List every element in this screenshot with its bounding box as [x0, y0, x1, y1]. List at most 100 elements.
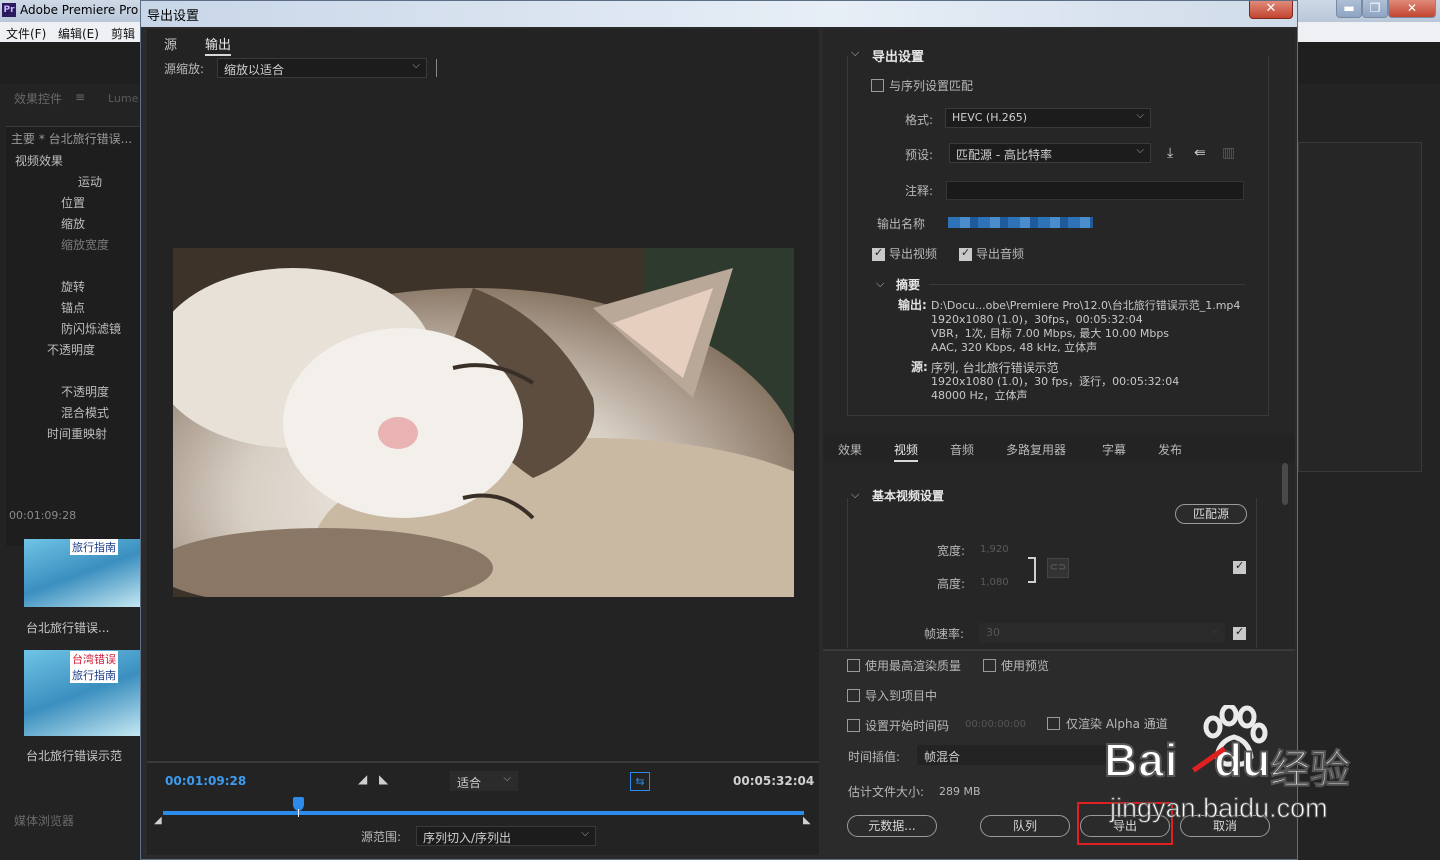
match-sequence-label: 与序列设置匹配: [889, 79, 974, 93]
app-close-button[interactable]: ✕: [1388, 0, 1436, 18]
import-project-checkbox[interactable]: [847, 689, 860, 702]
maximize-button[interactable]: ❐: [1362, 0, 1388, 18]
format-label: 格式:: [905, 113, 934, 127]
tab-effect-controls[interactable]: 效果控件: [14, 90, 62, 107]
dialog-close-button[interactable]: ✕: [1249, 1, 1293, 19]
summary-source-line-3: 48000 Hz，立体声: [931, 389, 1028, 402]
link-icon[interactable]: ⊂⊃: [1047, 558, 1069, 578]
fx-scale-width[interactable]: 缩放宽度: [61, 236, 109, 253]
interp-label: 时间插值:: [848, 750, 901, 764]
effect-controls-header: 主要 * 台北旅行错误...: [11, 132, 133, 146]
mark-in-icon[interactable]: ◢: [358, 772, 367, 786]
delete-preset-icon[interactable]: ▥: [1222, 145, 1235, 161]
export-audio-checkbox[interactable]: [959, 246, 972, 261]
framerate-label: 帧速率:: [924, 627, 965, 641]
max-render-checkbox[interactable]: [847, 659, 860, 672]
width-value[interactable]: 1,920: [980, 544, 1009, 555]
source-scale-label: 源缩放:: [164, 62, 205, 76]
height-value[interactable]: 1,080: [980, 577, 1009, 588]
minimize-button[interactable]: ▬: [1336, 0, 1362, 18]
chevron-down-icon: ⌵: [503, 773, 511, 784]
source-range-dropdown[interactable]: 序列切入/序列出 ⌵: [416, 826, 596, 846]
import-project-label: 导入到项目中: [865, 689, 938, 703]
aspect-toggle-icon[interactable]: ⇆: [630, 772, 650, 791]
fx-motion[interactable]: 运动: [78, 173, 102, 190]
fx-scale[interactable]: 缩放: [61, 215, 85, 232]
tab-effects[interactable]: 效果: [838, 441, 862, 458]
match-sequence-checkbox[interactable]: [871, 79, 884, 92]
match-framerate-checkbox[interactable]: [1233, 625, 1246, 640]
comment-field[interactable]: [946, 181, 1244, 200]
tab-multiplexer[interactable]: 多路复用器: [1006, 441, 1066, 458]
mark-out-icon[interactable]: ◣: [379, 772, 388, 786]
tab-captions[interactable]: 字幕: [1102, 441, 1126, 458]
clip-thumbnail-2[interactable]: 台湾错误 旅行指南: [24, 650, 142, 736]
start-timecode-checkbox[interactable]: [847, 719, 860, 732]
import-preset-icon[interactable]: ⇚: [1194, 145, 1206, 161]
fit-value: 适合: [457, 776, 482, 790]
tab-lumetri[interactable]: Lume: [108, 92, 138, 105]
settings-scrollbar[interactable]: [1282, 463, 1288, 505]
out-point-handle[interactable]: ◣: [803, 815, 811, 826]
format-dropdown[interactable]: HEVC (H.265) ⌵: [945, 108, 1151, 128]
clip-thumbnail-1[interactable]: 旅行指南: [24, 539, 142, 607]
tab-source[interactable]: 源: [164, 34, 177, 53]
framerate-dropdown[interactable]: 30 ⌵: [979, 623, 1225, 643]
fx-opacity[interactable]: 不透明度: [47, 341, 95, 358]
media-browser-tab[interactable]: 媒体浏览器: [14, 812, 74, 829]
export-video-label: 导出视频: [889, 247, 938, 261]
start-timecode-value[interactable]: 00:00:00:00: [965, 719, 1026, 730]
left-panels: 效果控件 ≡ Lume 主要 * 台北旅行错误... 视频效果 运动 位置 缩放…: [0, 42, 142, 860]
link-bracket: [1028, 557, 1036, 583]
tab-audio[interactable]: 音频: [950, 441, 974, 458]
framerate-value: 30: [986, 626, 1000, 639]
summary-source-label: 源:: [911, 360, 928, 374]
chevron-down-icon: ⌵: [1136, 110, 1144, 121]
source-range-label: 源范围:: [361, 830, 402, 844]
fx-time-remap[interactable]: 时间重映射: [47, 425, 107, 442]
match-source-button[interactable]: 匹配源: [1175, 504, 1247, 524]
in-point-handle[interactable]: ◢: [154, 815, 162, 826]
save-preset-icon[interactable]: ⤓: [1167, 145, 1173, 161]
source-range-value: 序列切入/序列出: [423, 831, 512, 845]
summary-output-label: 输出:: [898, 298, 927, 312]
thumb-caption: 旅行指南: [70, 539, 118, 555]
fx-rotation[interactable]: 旋转: [61, 278, 85, 295]
metadata-button[interactable]: 元数据...: [847, 815, 937, 837]
comment-label: 注释:: [905, 184, 934, 198]
use-preview-checkbox[interactable]: [983, 659, 996, 672]
queue-button[interactable]: 队列: [980, 815, 1070, 837]
fx-blend-mode[interactable]: 混合模式: [61, 404, 109, 421]
tab-video[interactable]: 视频: [894, 441, 919, 462]
alpha-only-checkbox[interactable]: [1047, 717, 1060, 730]
chevron-down-icon[interactable]: ⌵: [876, 277, 884, 291]
timeline-divider: [147, 761, 819, 763]
playhead-line: [297, 809, 299, 817]
fx-opacity-value[interactable]: 不透明度: [61, 383, 109, 400]
source-scale-dropdown[interactable]: 缩放以适合 ⌵: [217, 58, 427, 78]
clip-label-2: 台北旅行错误示范: [26, 749, 123, 763]
timeline-track[interactable]: [163, 811, 804, 815]
width-label: 宽度:: [937, 544, 966, 558]
output-name-link[interactable]: [948, 217, 1093, 228]
interp-dropdown[interactable]: 帧混合: [917, 745, 1117, 765]
menu-edit[interactable]: 编辑(E): [58, 25, 99, 42]
chevron-down-icon: ⌵: [1136, 145, 1144, 156]
baidu-brand-du: du: [1213, 733, 1271, 787]
current-timecode[interactable]: 00:01:09:28: [165, 774, 246, 788]
fx-position[interactable]: 位置: [61, 194, 85, 211]
panel-menu-icon[interactable]: ≡: [75, 90, 85, 104]
export-video-checkbox[interactable]: [872, 246, 885, 261]
tab-output[interactable]: 输出: [205, 34, 232, 56]
preset-dropdown[interactable]: 匹配源 - 高比特率 ⌵: [949, 143, 1151, 163]
fx-flicker[interactable]: 防闪烁滤镜: [61, 320, 121, 337]
match-size-checkbox[interactable]: [1233, 559, 1246, 574]
menu-file[interactable]: 文件(F): [6, 25, 46, 42]
filesize-label: 估计文件大小:: [848, 785, 925, 799]
menu-clip[interactable]: 剪辑: [111, 25, 135, 42]
fx-anchor[interactable]: 锚点: [61, 299, 85, 316]
fit-dropdown[interactable]: 适合 ⌵: [450, 771, 518, 791]
tab-publish[interactable]: 发布: [1158, 441, 1182, 458]
chevron-down-icon: ⌵: [1210, 625, 1218, 636]
dropdown-divider: [436, 59, 437, 77]
